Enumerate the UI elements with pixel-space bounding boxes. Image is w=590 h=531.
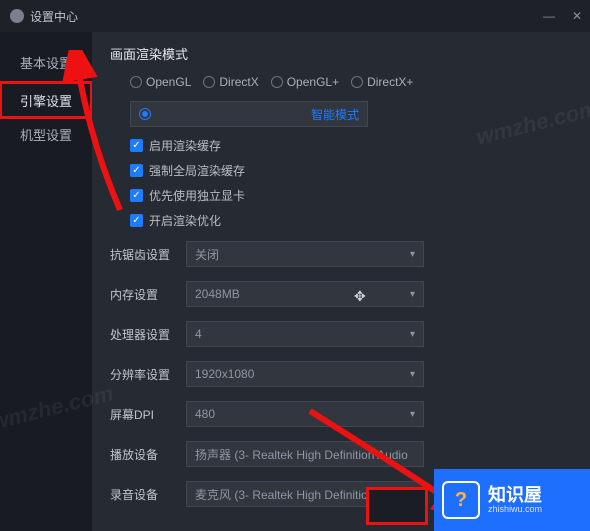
section-title-render: 画面渲染模式 [110,44,576,63]
select-value: 480 [195,407,215,421]
app-icon [10,9,24,23]
window-title: 设置中心 [30,8,78,25]
radio-dot-icon [139,108,151,120]
banner-title: 知识屋 [488,486,542,504]
radio-label: OpenGL+ [287,75,339,89]
sidebar-item-label: 引擎设置 [20,94,72,109]
select-value: 关闭 [195,246,219,263]
select-dpi[interactable]: 480 ▾ [186,401,424,427]
select-value: 2048MB [195,287,240,301]
close-button[interactable]: ✕ [570,9,584,23]
radio-directx-plus[interactable]: DirectX+ [351,75,413,89]
label-recdev: 录音设备 [110,486,186,503]
select-value: 1920x1080 [195,367,254,381]
render-mode-radios: OpenGL DirectX OpenGL+ DirectX+ 智能模式 [130,75,576,127]
label-cpu: 处理器设置 [110,326,186,343]
sidebar-item-label: 机型设置 [20,128,72,143]
chevron-down-icon: ▾ [410,289,415,300]
check-label: 启用渲染缓存 [149,137,221,154]
sidebar: 基本设置 引擎设置 机型设置 [0,32,92,531]
chevron-down-icon: ▾ [410,409,415,420]
check-icon: ✓ [130,189,143,202]
select-antialias[interactable]: 关闭 ▾ [186,241,424,267]
check-icon: ✓ [130,164,143,177]
chevron-down-icon: ▾ [410,329,415,340]
radio-label: DirectX+ [367,75,413,89]
check-label: 开启渲染优化 [149,212,221,229]
label-antialias: 抗锯齿设置 [110,246,186,263]
select-cpu[interactable]: 4▾ [186,321,424,347]
label-playdev: 播放设备 [110,446,186,463]
chevron-down-icon: ▾ [410,249,415,260]
select-value: 扬声器 (3- Realtek High Definition Audio [195,446,408,463]
sidebar-item-engine[interactable]: 引擎设置 [0,82,92,118]
sidebar-item-label: 基本设置 [20,56,72,71]
monitor-icon: ? [442,481,480,519]
radio-label: OpenGL [146,75,191,89]
minimize-button[interactable]: — [542,9,556,23]
check-force-cache[interactable]: ✓ 强制全局渲染缓存 [130,162,576,179]
radio-dot-icon [351,76,363,88]
select-value: 4 [195,327,202,341]
banner-subtitle: zhishiwu.com [488,504,542,514]
render-checks: ✓ 启用渲染缓存 ✓ 强制全局渲染缓存 ✓ 优先使用独立显卡 ✓ 开启渲染优化 [130,137,576,229]
select-playdev[interactable]: 扬声器 (3- Realtek High Definition Audio [186,441,424,467]
radio-opengl-plus[interactable]: OpenGL+ [271,75,339,89]
sidebar-item-basic[interactable]: 基本设置 [0,46,92,82]
check-dedicated-gpu[interactable]: ✓ 优先使用独立显卡 [130,187,576,204]
radio-smart-mode[interactable]: 智能模式 [130,101,368,127]
check-render-optimize[interactable]: ✓ 开启渲染优化 [130,212,576,229]
brand-banner: ? 知识屋 zhishiwu.com [434,469,590,531]
radio-opengl[interactable]: OpenGL [130,75,191,89]
annotation-highlight-box [366,487,428,525]
check-icon: ✓ [130,139,143,152]
radio-label: 智能模式 [311,106,359,123]
select-memory[interactable]: 2048MB ▾ [186,281,424,307]
check-label: 强制全局渲染缓存 [149,162,245,179]
radio-label: DirectX [219,75,258,89]
select-resolution[interactable]: 1920x1080 ▾ [186,361,424,387]
check-icon: ✓ [130,214,143,227]
radio-dot-icon [271,76,283,88]
radio-dot-icon [130,76,142,88]
label-dpi: 屏幕DPI [110,406,186,423]
label-resolution: 分辨率设置 [110,366,186,383]
sidebar-item-model[interactable]: 机型设置 [0,118,92,154]
check-label: 优先使用独立显卡 [149,187,245,204]
content-panel: 画面渲染模式 OpenGL DirectX OpenGL+ DirectX+ 智… [92,32,590,531]
label-memory: 内存设置 [110,286,186,303]
radio-dot-icon [203,76,215,88]
radio-directx[interactable]: DirectX [203,75,258,89]
chevron-down-icon: ▾ [410,369,415,380]
check-render-cache[interactable]: ✓ 启用渲染缓存 [130,137,576,154]
